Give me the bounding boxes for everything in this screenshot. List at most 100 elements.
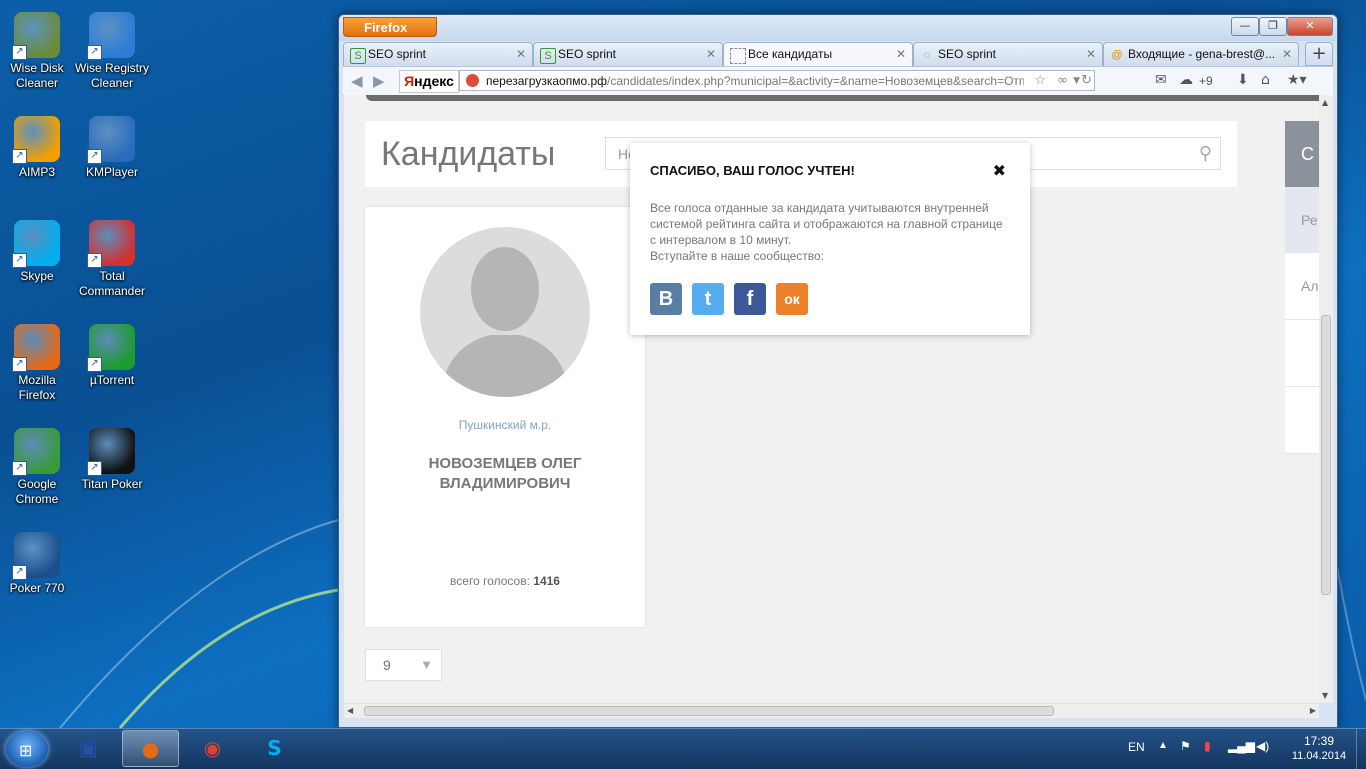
vertical-scroll-thumb[interactable] (1321, 315, 1331, 595)
close-window-button[interactable]: ✕ (1287, 17, 1333, 36)
show-desktop-button[interactable] (1356, 729, 1366, 769)
bookmarks-menu-icon[interactable]: ★▾ (1287, 72, 1307, 88)
tab-label: SEO sprint (558, 47, 617, 61)
tab-label: Все кандидаты (748, 47, 833, 61)
new-tab-button[interactable]: + (1305, 42, 1333, 66)
tab-inbox[interactable]: @ Входящие - gena-brest@... ✕ (1103, 42, 1299, 66)
start-button[interactable]: ⊞ (6, 731, 48, 767)
weather-icon[interactable]: ☁ (1179, 72, 1193, 88)
scroll-up-icon[interactable]: ▲ (1322, 98, 1328, 107)
shortcut-arrow-icon: ↗ (12, 45, 27, 60)
desktop-shortcut[interactable]: ↗ Poker 770 (0, 532, 74, 596)
page-title: Кандидаты (381, 135, 556, 173)
maximize-button[interactable]: ❐ (1259, 17, 1287, 36)
skype-icon: S (267, 736, 282, 760)
panel-row[interactable]: Ал (1285, 253, 1319, 320)
desktop-shortcut[interactable]: ↗ Wise Registry Cleaner (75, 12, 149, 91)
navigation-toolbar: ◀ ▶ Яндекс перезагрузкаопмо.рф/candidate… (343, 66, 1333, 96)
candidate-card[interactable]: Пушкинский м.р. НОВОЗЕМЦЕВ ОЛЕГ ВЛАДИМИР… (365, 207, 645, 627)
tab-label: SEO sprint (938, 47, 997, 61)
wise-disk-cleaner-icon: ↗ (12, 12, 60, 60)
scroll-down-icon[interactable]: ▼ (1322, 691, 1328, 700)
tab-candidates[interactable]: Все кандидаты ✕ (723, 42, 913, 66)
horizontal-scrollbar[interactable]: ◀ ▶ (344, 704, 1319, 718)
address-bar[interactable]: перезагрузкаопмо.рф/candidates/index.php… (459, 70, 1095, 91)
panel-input-row[interactable] (1285, 320, 1319, 387)
vertical-scrollbar[interactable]: ▲ ▼ (1319, 95, 1333, 703)
desktop-shortcut[interactable]: ↗ Titan Poker (75, 428, 149, 492)
forward-arrow-icon[interactable]: ▶ (373, 72, 385, 90)
chrome-icon: ↗ (12, 428, 60, 476)
per-page-select[interactable]: 9 ▼ (365, 649, 442, 681)
reader-glasses-icon[interactable]: ∞ (1057, 73, 1068, 88)
desktop-shortcut[interactable]: ↗ Google Chrome (0, 428, 74, 507)
panel-heading: С (1285, 121, 1319, 187)
desktop-shortcut[interactable]: ↗ Mozilla Firefox (0, 324, 74, 403)
close-tab-icon[interactable]: ✕ (706, 43, 716, 66)
clock[interactable]: 17:39 11.04.2014 (1290, 734, 1348, 762)
page-viewport: Кандидаты Не ⚲ С Ре Ал Пушкинский м.р. Н… (344, 95, 1319, 703)
person-silhouette-icon (440, 247, 570, 397)
tab-seo-sprint-3[interactable]: ◌ SEO sprint ✕ (913, 42, 1103, 66)
chrome-icon: ◉ (203, 736, 222, 760)
vk-icon[interactable]: В (650, 283, 682, 315)
titan-poker-icon: ↗ (87, 428, 135, 476)
search-icon[interactable]: ⚲ (1199, 143, 1212, 164)
scroll-left-icon[interactable]: ◀ (347, 706, 353, 715)
close-tab-icon[interactable]: ✕ (516, 43, 526, 66)
desktop-shortcut[interactable]: ↗ Wise Disk Cleaner (0, 12, 74, 91)
candidate-name[interactable]: НОВОЗЕМЦЕВ ОЛЕГ ВЛАДИМИРОВИЧ (395, 454, 615, 494)
horizontal-scroll-thumb[interactable] (364, 706, 1054, 716)
downloads-icon[interactable]: ⬇ (1237, 72, 1249, 88)
panel-tab[interactable]: Ре (1285, 187, 1319, 253)
show-hidden-icons-icon[interactable]: ▲ (1158, 740, 1168, 751)
site-favicon-icon (466, 74, 479, 87)
top-ribbon (366, 95, 1319, 101)
candidate-district[interactable]: Пушкинский м.р. (365, 418, 645, 432)
desktop-shortcut[interactable]: ↗ AIMP3 (0, 116, 74, 180)
taskbar-skype[interactable]: S (246, 730, 303, 767)
taskbar-total-commander[interactable]: ▣ (60, 730, 117, 767)
dropdown-arrow-icon[interactable]: ▼ (1073, 76, 1080, 86)
modal-body: Все голоса отданные за кандидата учитыва… (650, 200, 1010, 264)
desktop-shortcut[interactable]: ↗ Skype (0, 220, 74, 284)
minimize-button[interactable]: — (1231, 17, 1259, 36)
desktop-shortcut[interactable]: ↗ µTorrent (75, 324, 149, 388)
facebook-icon[interactable]: f (734, 283, 766, 315)
tab-seo-sprint-2[interactable]: S SEO sprint ✕ (533, 42, 723, 66)
home-icon[interactable]: ⌂ (1261, 72, 1270, 88)
volume-icon[interactable]: ◀) (1256, 739, 1269, 753)
twitter-icon[interactable]: t (692, 283, 724, 315)
close-tab-icon[interactable]: ✕ (1086, 43, 1096, 66)
shortcut-arrow-icon: ↗ (12, 149, 27, 164)
language-indicator[interactable]: EN (1128, 740, 1145, 754)
action-center-flag-icon[interactable]: ⚑ (1180, 739, 1191, 753)
close-tab-icon[interactable]: ✕ (1282, 43, 1292, 66)
utorrent-icon: ↗ (87, 324, 135, 372)
desktop-shortcut[interactable]: ↗ Total Commander (75, 220, 149, 299)
scroll-right-icon[interactable]: ▶ (1310, 706, 1316, 715)
candidate-votes: всего голосов: 1416 (365, 574, 645, 588)
firefox-menu-button[interactable]: Firefox (343, 17, 437, 37)
mail-icon[interactable]: ✉ (1155, 72, 1167, 88)
taskbar-chrome[interactable]: ◉ (184, 730, 241, 767)
desktop-shortcut-label: Wise Disk Cleaner (10, 61, 64, 90)
tab-strip: S SEO sprint ✕ S SEO sprint ✕ Все кандид… (343, 42, 1333, 66)
mail-favicon-icon: @ (1111, 49, 1123, 61)
panel-input-row[interactable] (1285, 387, 1319, 454)
reload-icon[interactable]: ↻ (1081, 73, 1092, 88)
per-page-value: 9 (383, 657, 391, 673)
modal-join-text: Вступайте в наше сообщество: (650, 249, 825, 263)
odnoklassniki-icon[interactable]: ок (776, 283, 808, 315)
back-arrow-icon[interactable]: ◀ (351, 72, 363, 90)
close-icon[interactable]: ✖ (993, 161, 1006, 180)
taskbar-firefox[interactable]: ● (122, 730, 179, 767)
power-icon[interactable]: ▮ (1204, 739, 1211, 753)
close-tab-icon[interactable]: ✕ (896, 43, 906, 66)
yandex-logo[interactable]: Яндекс (399, 70, 459, 93)
desktop-shortcut[interactable]: ↗ KMPlayer (75, 116, 149, 180)
tab-seo-sprint-1[interactable]: S SEO sprint ✕ (343, 42, 533, 66)
bookmark-star-icon[interactable]: ☆ (1034, 73, 1046, 88)
shortcut-arrow-icon: ↗ (87, 461, 102, 476)
network-icon[interactable]: ▂▄▆ (1228, 739, 1255, 753)
